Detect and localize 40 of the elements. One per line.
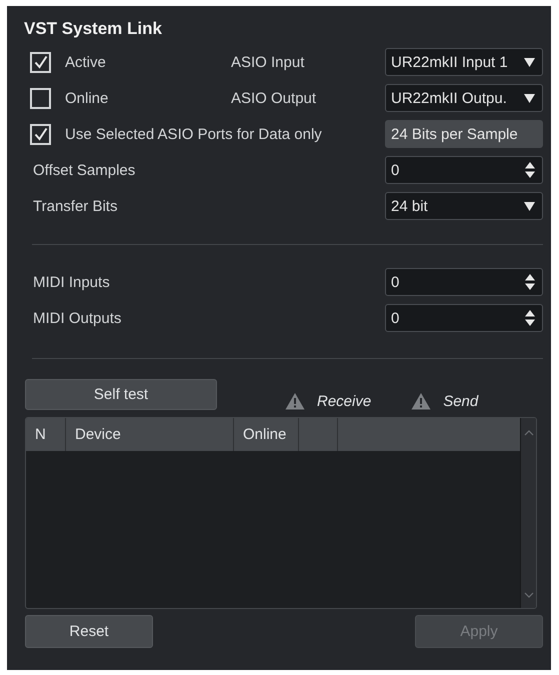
spinner-icon: [525, 274, 535, 290]
field-label: Offset Samples: [33, 162, 136, 178]
checkbox-label: Active: [65, 54, 106, 70]
column-header[interactable]: Online: [234, 418, 299, 451]
checkmark-icon: [34, 55, 48, 69]
field-label: MIDI Outputs: [33, 310, 122, 326]
checkbox-label: Online: [65, 90, 108, 106]
chevron-down-icon: [524, 592, 534, 598]
caret-icon: [524, 202, 535, 210]
dropdown[interactable]: UR22mkII Outpu.: [385, 84, 543, 112]
chevron-up-icon: [524, 430, 534, 436]
indicator-label: Send: [443, 392, 478, 410]
field-label: Transfer Bits: [33, 198, 118, 214]
self-test-button[interactable]: Self test: [25, 379, 217, 410]
spinner-icon: [525, 162, 535, 178]
checkmark-icon: [34, 127, 48, 141]
dropdown[interactable]: UR22mkII Input 1: [385, 48, 543, 76]
spin-field[interactable]: 0: [385, 304, 543, 332]
panel-title: VST System Link: [24, 20, 163, 38]
spin-field[interactable]: 0: [385, 268, 543, 296]
value-display: 24 Bits per Sample: [385, 120, 543, 148]
column-header[interactable]: Device: [66, 418, 234, 451]
checkbox[interactable]: [30, 88, 51, 108]
field-label: ASIO Input: [230, 54, 306, 70]
spin-field[interactable]: 0: [385, 156, 543, 184]
field-label: MIDI Inputs: [33, 274, 110, 290]
caret-icon: [524, 94, 535, 102]
checkbox-label: Use Selected ASIO Ports for Data only: [65, 126, 322, 142]
warning-icon: [285, 392, 305, 410]
warning-icon: [411, 392, 432, 410]
caret-icon: [524, 58, 535, 66]
spinner-icon: [525, 310, 535, 326]
field-label: ASIO Output: [230, 90, 318, 106]
checkbox[interactable]: [30, 124, 51, 144]
scrollbar[interactable]: [520, 418, 536, 608]
indicator-label: Receive: [317, 392, 372, 410]
column-header[interactable]: N: [26, 418, 66, 451]
dialog-button[interactable]: Reset: [25, 615, 153, 648]
checkbox[interactable]: [30, 52, 51, 72]
dropdown[interactable]: 24 bit: [385, 192, 543, 220]
